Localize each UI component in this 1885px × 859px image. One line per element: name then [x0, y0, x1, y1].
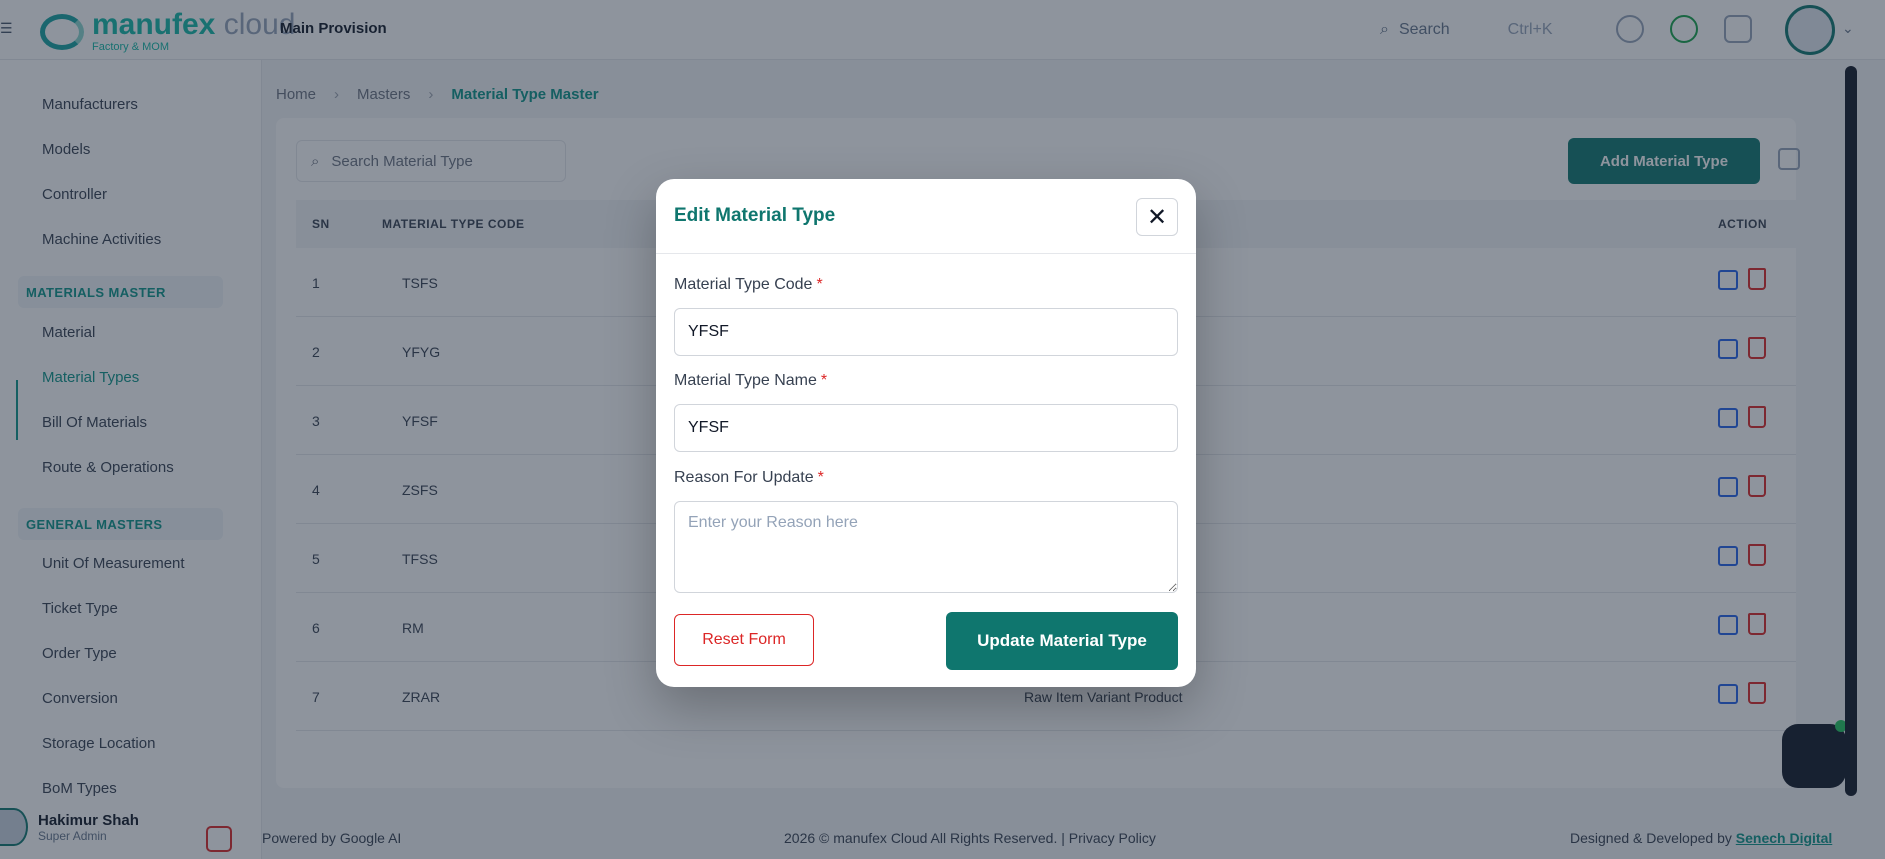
close-icon: ✕: [1146, 203, 1168, 231]
material-type-name-field[interactable]: [674, 404, 1178, 452]
edit-material-type-modal: Edit Material Type ✕ Material Type Code *…: [656, 179, 1196, 687]
required-marker: *: [820, 372, 828, 389]
required-marker: *: [816, 276, 823, 293]
material-type-code-label: Material Type Code *: [674, 276, 823, 294]
reason-for-update-field[interactable]: [674, 501, 1178, 593]
material-type-name-label-text: Material Type Name: [674, 372, 817, 389]
required-marker: *: [817, 469, 824, 486]
reason-for-update-label: Reason For Update *: [674, 469, 824, 487]
reset-form-button[interactable]: Reset Form: [674, 614, 814, 666]
material-type-code-field[interactable]: [674, 308, 1178, 356]
modal-title: Edit Material Type: [674, 205, 836, 226]
close-button[interactable]: ✕: [1136, 198, 1178, 236]
material-type-code-label-text: Material Type Code: [674, 276, 813, 293]
reason-for-update-label-text: Reason For Update: [674, 469, 814, 486]
material-type-name-label: Material Type Name *: [674, 372, 827, 390]
update-material-type-button[interactable]: Update Material Type: [946, 612, 1178, 670]
modal-header: Edit Material Type ✕: [656, 179, 1196, 254]
